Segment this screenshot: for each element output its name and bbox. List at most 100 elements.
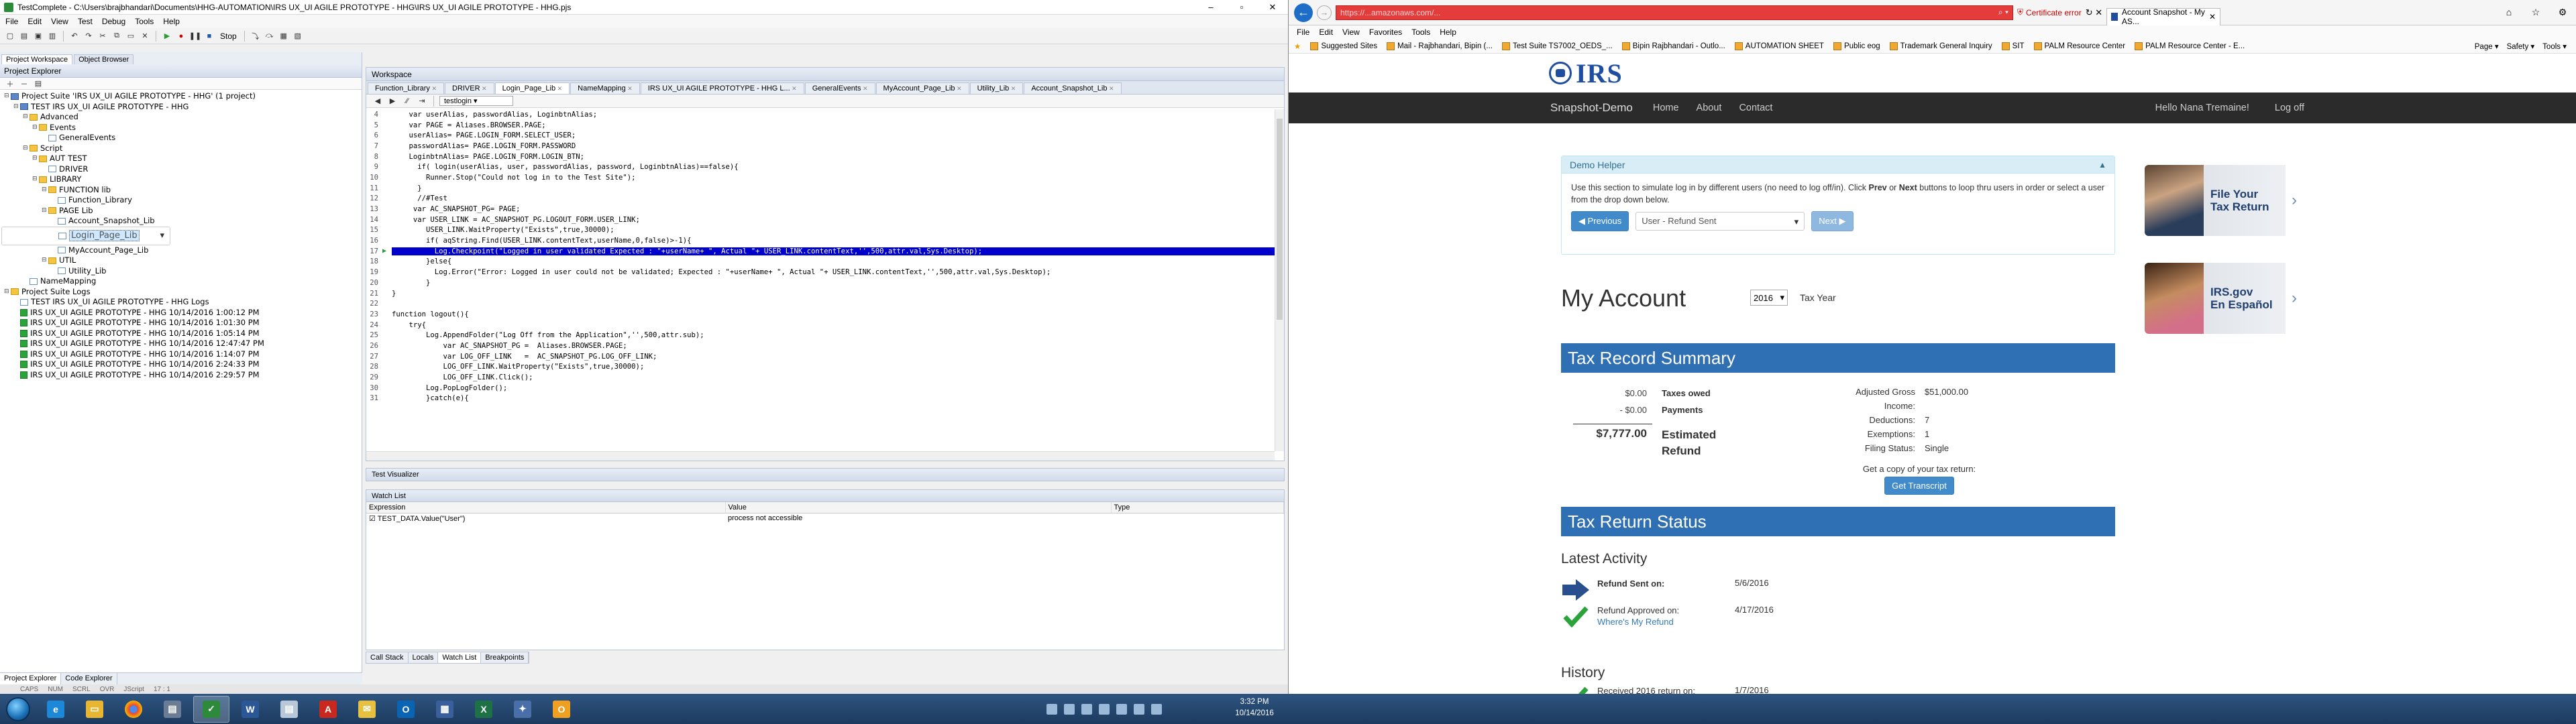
favorite-link[interactable]: Public eog — [1833, 42, 1880, 50]
tray-icon[interactable] — [1081, 703, 1092, 715]
tree-node[interactable]: NameMapping — [1, 276, 360, 287]
code-line[interactable]: 5 var PAGE = Aliases.BROWSER.PAGE; — [366, 120, 1275, 131]
stop-label[interactable]: Stop — [220, 32, 237, 41]
doc-tab[interactable]: NameMapping ✕ — [570, 82, 640, 94]
doc-tab[interactable]: Account_Snapshot_Lib ✕ — [1024, 82, 1122, 94]
window-icon[interactable]: ▧ — [292, 30, 304, 42]
taskbar-explorer[interactable]: ▭ — [76, 696, 113, 723]
taskbar-tool2[interactable]: ▦ — [427, 696, 463, 723]
taskbar-word[interactable]: W — [232, 696, 268, 723]
taskbar-tool3[interactable]: ✦ — [504, 696, 541, 723]
tree-node[interactable]: IRS UX_UI AGILE PROTOTYPE - HHG 10/14/20… — [1, 328, 360, 339]
close-tab-icon[interactable]: ✕ — [480, 85, 487, 92]
expand-icon[interactable]: ⊟ — [23, 143, 30, 154]
delete-icon[interactable]: ✕ — [139, 30, 151, 42]
taskbar-ie[interactable]: e — [38, 696, 74, 723]
ie-menu-edit[interactable]: Edit — [1319, 27, 1333, 37]
menu-test[interactable]: Test — [78, 17, 93, 26]
run-icon[interactable]: ▶ — [161, 30, 173, 42]
expand-icon[interactable]: ⊟ — [42, 206, 48, 217]
tab-locals[interactable]: Locals — [409, 652, 439, 663]
paste-icon[interactable]: ▭ — [125, 30, 137, 42]
tree-node[interactable]: ⊟ UTIL — [1, 255, 360, 266]
tree-node[interactable]: ⊟ Advanced — [1, 112, 360, 123]
watch-row[interactable]: ☑ TEST_DATA.Value("User") process not ac… — [366, 513, 1284, 524]
code-line[interactable]: 26 var AC_SNAPSHOT_PG = Aliases.BROWSER.… — [366, 341, 1275, 351]
tray-icon[interactable] — [1046, 703, 1057, 715]
expand-icon[interactable]: ⊟ — [32, 123, 39, 133]
tab-close-icon[interactable]: ✕ — [2209, 12, 2220, 21]
previous-button[interactable]: ◀ Previous — [1571, 211, 1629, 231]
code-line[interactable]: 13 var AC_SNAPSHOT_PG= PAGE; — [366, 204, 1275, 215]
wheres-my-refund-link[interactable]: Where's My Refund — [1597, 617, 1674, 627]
tab-project-workspace[interactable]: Project Workspace — [1, 54, 73, 64]
code-line[interactable]: 20 } — [366, 278, 1275, 288]
pause-icon[interactable]: ❚❚ — [189, 30, 201, 42]
tab-code-explorer[interactable]: Code Explorer — [61, 673, 117, 684]
taskbar-tool[interactable]: ▤ — [154, 696, 191, 723]
favorites-star-icon[interactable]: ★ — [1294, 42, 1301, 51]
tree-node[interactable]: ⊟ PAGE Lib — [1, 206, 360, 217]
next-button[interactable]: Next ▶ — [1811, 211, 1854, 231]
tax-year-select[interactable]: 2016 — [1750, 290, 1788, 306]
network-icon[interactable] — [1134, 703, 1144, 715]
back-button[interactable]: ← — [1294, 3, 1313, 22]
code-line[interactable]: 8 LoginbtnAlias= PAGE.LOGIN_FORM.LOGIN_B… — [366, 152, 1275, 162]
tree-node[interactable]: ⊟ Script — [1, 143, 360, 154]
get-transcript-button[interactable]: Get Transcript — [1884, 477, 1954, 495]
command-tools[interactable]: Tools ▾ — [2542, 42, 2567, 51]
nav-about[interactable]: About — [1697, 103, 1722, 113]
doc-tab[interactable]: Function_Library ✕ — [368, 82, 444, 94]
code-line[interactable]: 15 USER_LINK.WaitProperty("Exists",true,… — [366, 225, 1275, 236]
code-line[interactable]: 9 if( login(userAlias, user, passwordAli… — [366, 162, 1275, 172]
code-line[interactable]: 24 try{ — [366, 320, 1275, 330]
code-line[interactable]: 6 userAlias= PAGE.LOGIN_FORM.SELECT_USER… — [366, 130, 1275, 141]
nav-contact[interactable]: Contact — [1739, 103, 1772, 113]
tray-icon[interactable] — [1116, 703, 1127, 715]
tree-node[interactable]: IRS UX_UI AGILE PROTOTYPE - HHG 10/14/20… — [1, 349, 360, 360]
forward-button[interactable]: → — [1317, 5, 1332, 20]
code-line[interactable]: 22 — [366, 298, 1275, 309]
record-icon[interactable]: ● — [175, 30, 187, 42]
code-line[interactable]: 7 passwordAlias= PAGE.LOGIN_FORM.PASSWOR… — [366, 141, 1275, 152]
taskbar-outlook2[interactable]: O — [388, 696, 424, 723]
code-line[interactable]: 30 Log.PopLogFolder(); — [366, 383, 1275, 394]
demo-helper-header[interactable]: Demo Helper ▲ — [1562, 156, 2114, 174]
expand-icon[interactable]: ⊟ — [13, 102, 20, 113]
add-icon[interactable]: ＋ — [4, 78, 16, 90]
nav-home[interactable]: Home — [1653, 103, 1679, 113]
tree-node[interactable]: IRS UX_UI AGILE PROTOTYPE - HHG 10/14/20… — [1, 318, 360, 328]
save-all-icon[interactable]: ▥ — [46, 30, 58, 42]
expand-icon[interactable]: ⊟ — [23, 112, 30, 123]
col-type[interactable]: Type — [1111, 502, 1284, 514]
step-into-icon[interactable]: ⤵ — [250, 30, 262, 42]
tree-node[interactable]: ⊟ AUT TEST — [1, 154, 360, 164]
tree-node[interactable]: ⊟ LIBRARY — [1, 174, 360, 185]
code-editor[interactable]: 4 var userAlias, passwordAlias, Loginbtn… — [366, 109, 1275, 451]
favorite-link[interactable]: Mail - Rajbhandari, Bipin (... — [1387, 42, 1493, 50]
tree-node[interactable]: ⊟ TEST IRS UX_UI AGILE PROTOTYPE - HHG — [1, 102, 360, 113]
maximize-button[interactable]: ▫ — [1226, 0, 1257, 15]
tree-node[interactable]: DRIVER — [1, 164, 360, 175]
ie-menu-tools[interactable]: Tools — [1411, 27, 1430, 37]
code-line[interactable]: 27 var LOG_OFF_LINK = AC_SNAPSHOT_PG.LOG… — [366, 351, 1275, 362]
tab-object-browser[interactable]: Object Browser — [74, 54, 134, 64]
menu-debug[interactable]: Debug — [102, 17, 125, 26]
irs-logo[interactable]: IRS — [1549, 58, 1623, 89]
doc-tab[interactable]: Utility_Lib ✕ — [969, 82, 1024, 94]
tree-node[interactable]: IRS UX_UI AGILE PROTOTYPE - HHG 10/14/20… — [1, 359, 360, 370]
test-visualizer-header[interactable]: Test Visualizer — [366, 468, 1285, 481]
code-line[interactable]: 14 var USER_LINK = AC_SNAPSHOT_PG.LOGOUT… — [366, 215, 1275, 225]
indent-icon[interactable]: ⇥ — [416, 95, 428, 107]
user-greeting-link[interactable]: Hello Nana Tremaine! — [2155, 103, 2249, 113]
settings-gear-icon[interactable]: ⚙ — [2549, 7, 2576, 18]
code-line[interactable]: 21} — [366, 288, 1275, 299]
tree-node[interactable]: TEST IRS UX_UI AGILE PROTOTYPE - HHG Log… — [1, 297, 360, 308]
code-line[interactable]: 4 var userAlias, passwordAlias, Loginbtn… — [366, 109, 1275, 120]
taskbar-notepad[interactable]: ▤ — [271, 696, 307, 723]
taskbar-outlook3[interactable]: O — [543, 696, 580, 723]
browser-tab[interactable]: Account Snapshot - My AS... ✕ — [2106, 7, 2221, 26]
code-line[interactable]: 17 ▶ Log.Checkpoint("Logged in user valid… — [366, 246, 1275, 257]
favorites-icon[interactable]: ☆ — [2522, 7, 2549, 18]
favorite-link[interactable]: Suggested Sites — [1310, 42, 1377, 50]
